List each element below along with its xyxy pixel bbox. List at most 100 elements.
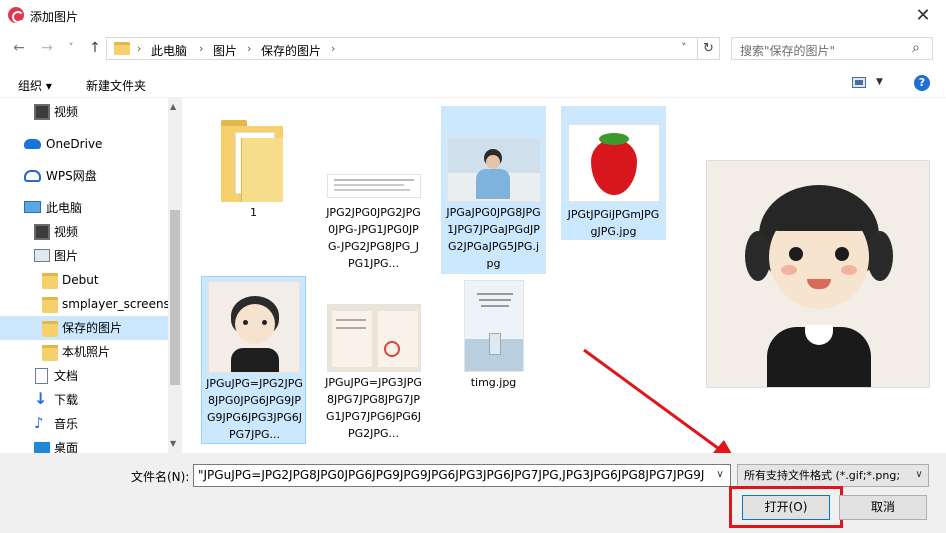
file-item-folder-1[interactable]: 1 xyxy=(201,108,306,228)
help-icon[interactable]: ? xyxy=(914,75,930,91)
up-arrow-icon[interactable]: ↑ xyxy=(86,39,104,57)
filename-input[interactable]: "JPGuJPG=JPG2JPG8JPG0JPG6JPG9JPG9JPG6JPG… xyxy=(193,464,731,487)
file-name: 1 xyxy=(250,206,257,219)
sidebar-item-this-pc[interactable]: 此电脑 xyxy=(0,196,168,220)
folder-icon xyxy=(42,273,58,289)
poster-thumbnail xyxy=(463,280,524,372)
sidebar-item-label: Debut xyxy=(62,273,99,287)
filetype-dropdown-icon[interactable]: ∨ xyxy=(910,464,928,487)
filename-dropdown-icon[interactable]: ∨ xyxy=(709,464,731,487)
sidebar-item-label: 此电脑 xyxy=(46,201,83,215)
sidebar-item-desktop[interactable]: 桌面 xyxy=(0,436,168,453)
file-name: JPGaJPG0JPG8JPG1JPG7JPGaJPGdJPG2JPGaJPG5… xyxy=(446,206,541,270)
file-item-strawberry[interactable]: JPGtJPGiJPGmJPGgJPG.jpg xyxy=(561,106,666,240)
organize-menu-button[interactable]: 组织 ▾ xyxy=(18,77,52,94)
sidebar-item-label: 保存的图片 xyxy=(62,321,123,335)
document-thumbnail xyxy=(326,174,421,198)
filename-label: 文件名(N): xyxy=(131,470,190,484)
pictures-icon xyxy=(34,249,50,262)
wps-cloud-icon xyxy=(24,170,41,182)
sidebar-item-label: 下载 xyxy=(54,393,79,407)
breadcrumb-separator: › xyxy=(331,42,336,55)
strawberry-thumbnail xyxy=(567,124,660,202)
folder-icon xyxy=(42,297,58,313)
sidebar-item-wps-cloud[interactable]: WPS网盘 xyxy=(0,164,168,188)
download-icon: ↓ xyxy=(34,389,48,408)
file-name: JPG2JPG0JPG2JPG0JPG-JPG1JPG0JPG-JPG2JPG8… xyxy=(326,206,421,270)
girl-sketch-thumbnail xyxy=(207,281,300,373)
sidebar-item-saved-pictures[interactable]: 保存的图片 xyxy=(0,316,168,340)
new-folder-button[interactable]: 新建文件夹 xyxy=(86,77,146,94)
file-name: JPGuJPG=JPG3JPG8JPG7JPG8JPG7JPG1JPG7JPG6… xyxy=(325,376,422,440)
sidebar-item-downloads[interactable]: ↓ 下载 xyxy=(0,388,168,412)
document-icon xyxy=(35,368,48,384)
breadcrumb-separator: › xyxy=(199,42,204,55)
view-dropdown-icon[interactable]: ▼ xyxy=(876,77,883,87)
folder-icon xyxy=(42,345,58,361)
window-title: 添加图片 xyxy=(30,10,79,24)
close-icon[interactable]: ✕ xyxy=(905,3,941,29)
file-item-certificate[interactable]: JPGuJPG=JPG3JPG8JPG7JPG8JPG7JPG1JPG7JPG6… xyxy=(321,276,426,444)
filetype-select[interactable]: 所有支持文件格式 (*.gif;*.png; xyxy=(737,464,929,487)
navigation-pane: 视频 OneDrive WPS网盘 此电脑 视频 图片 Debut smplay… xyxy=(0,98,182,453)
address-bar[interactable]: › 此电脑 › 图片 › 保存的图片 › ˅ xyxy=(106,37,698,60)
folder-icon xyxy=(42,321,58,337)
sidebar-scrollbar-thumb[interactable] xyxy=(170,210,180,385)
folder-large-icon xyxy=(221,118,285,202)
recent-locations-icon[interactable]: ˅ xyxy=(62,39,80,57)
sidebar-item-label: 桌面 xyxy=(54,441,79,453)
file-item-timg[interactable]: timg.jpg xyxy=(441,276,546,396)
file-name: JPGuJPG=JPG2JPG8JPG0JPG6JPG9JPG9JPG6JPG3… xyxy=(206,377,303,441)
breadcrumb-separator: › xyxy=(247,42,252,55)
view-options-icon[interactable] xyxy=(852,77,866,88)
back-arrow-icon[interactable]: ← xyxy=(10,39,28,57)
certificate-thumbnail xyxy=(326,304,421,372)
forward-arrow-icon[interactable]: → xyxy=(38,39,56,57)
app-logo-icon xyxy=(8,7,24,23)
photo-thumbnail xyxy=(446,138,541,202)
sidebar-item-label: WPS网盘 xyxy=(46,169,97,183)
sidebar-item-label: 视频 xyxy=(54,225,79,239)
search-icon: ⌕ xyxy=(912,40,920,56)
sidebar-item-music[interactable]: ♪ 音乐 xyxy=(0,412,168,436)
file-item-girl-sketch[interactable]: JPGuJPG=JPG2JPG8JPG0JPG6JPG9JPG9JPG6JPG3… xyxy=(201,276,306,444)
file-name: timg.jpg xyxy=(470,376,517,389)
file-item-doc[interactable]: JPG2JPG0JPG2JPG0JPG-JPG1JPG0JPG-JPG2JPG8… xyxy=(321,108,426,278)
breadcrumb-this-pc[interactable]: 此电脑 xyxy=(151,42,187,59)
sidebar-item-label: 音乐 xyxy=(54,417,79,431)
breadcrumb-pictures[interactable]: 图片 xyxy=(213,42,237,59)
sidebar-item-label: OneDrive xyxy=(46,137,103,151)
cancel-button[interactable]: 取消 xyxy=(839,495,927,520)
file-item-boy-photo[interactable]: JPGaJPG0JPG8JPG1JPG7JPGaJPGdJPG2JPGaJPG5… xyxy=(441,106,546,274)
computer-icon xyxy=(24,201,41,213)
sidebar-item-label: 视频 xyxy=(54,105,79,119)
address-dropdown-icon[interactable]: ˅ xyxy=(681,41,687,54)
sidebar-item-smplayer[interactable]: smplayer_screensl xyxy=(0,292,168,316)
search-input[interactable]: 搜索"保存的图片" ⌕ xyxy=(731,37,933,60)
file-name: JPGtJPGiJPGmJPGgJPG.jpg xyxy=(567,208,660,238)
sidebar-item-documents[interactable]: 文档 xyxy=(0,364,168,388)
folder-icon xyxy=(114,42,130,55)
sidebar-item-pictures[interactable]: 图片 xyxy=(0,244,168,268)
sidebar-item-label: 图片 xyxy=(54,249,79,263)
sidebar-item-videos[interactable]: 视频 xyxy=(0,100,168,124)
title-bar xyxy=(0,0,946,32)
scroll-up-icon[interactable]: ▲ xyxy=(170,102,176,111)
open-button[interactable]: 打开(O) xyxy=(742,495,830,520)
sidebar-item-onedrive[interactable]: OneDrive xyxy=(0,132,168,156)
sidebar-item-debut[interactable]: Debut xyxy=(0,268,168,292)
sidebar-item-label: 本机照片 xyxy=(62,345,111,359)
sidebar-item-label: 文档 xyxy=(54,369,79,383)
music-icon: ♪ xyxy=(34,414,44,432)
refresh-icon[interactable]: ↻ xyxy=(698,37,720,60)
video-icon xyxy=(34,224,50,240)
sidebar-item-videos-pc[interactable]: 视频 xyxy=(0,220,168,244)
breadcrumb-saved-pictures[interactable]: 保存的图片 xyxy=(261,42,321,59)
video-icon xyxy=(34,104,50,120)
breadcrumb-separator: › xyxy=(137,42,142,55)
sidebar-item-label: smplayer_screensl xyxy=(62,297,168,311)
scroll-down-icon[interactable]: ▼ xyxy=(170,439,176,448)
cloud-icon xyxy=(24,139,41,149)
search-placeholder: 搜索"保存的图片" xyxy=(740,44,836,58)
sidebar-item-local-photos[interactable]: 本机照片 xyxy=(0,340,168,364)
